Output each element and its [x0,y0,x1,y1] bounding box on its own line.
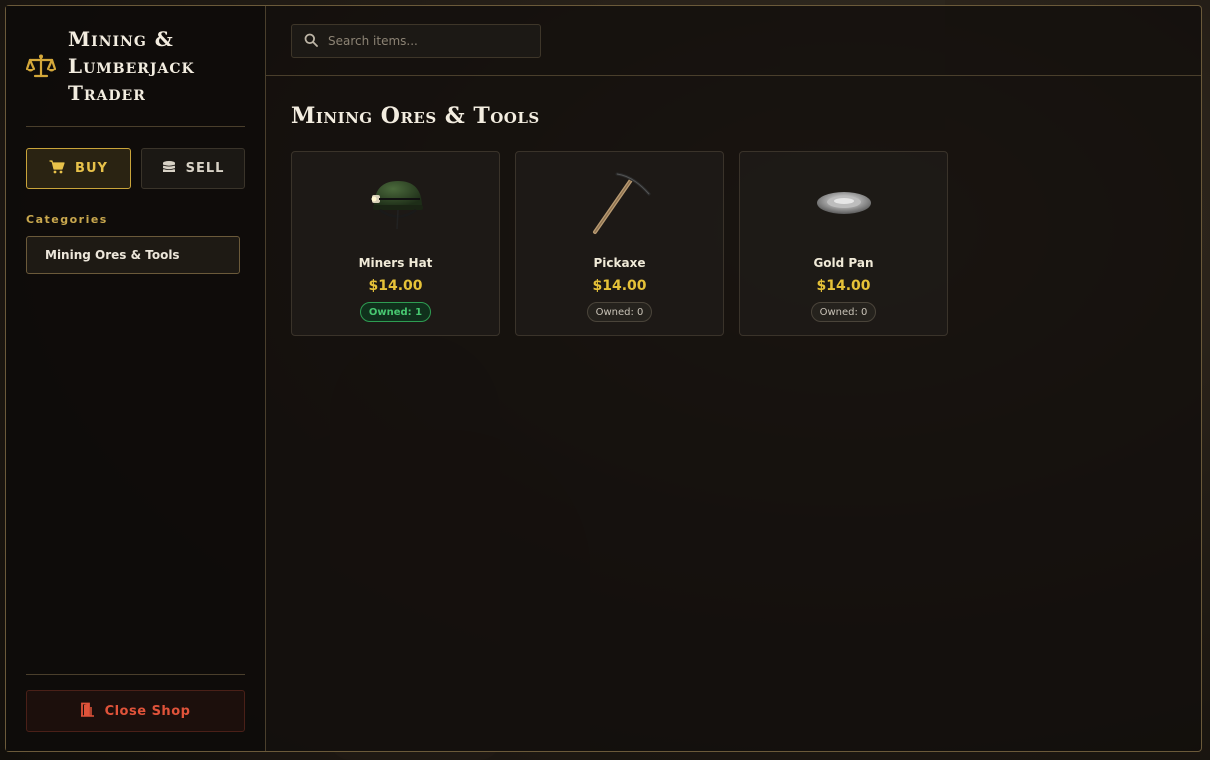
item-card-gold-pan[interactable]: Gold Pan $14.00 Owned: 0 [739,151,948,336]
owned-badge: Owned: 0 [586,302,653,322]
buy-button[interactable]: BUY [26,148,131,189]
coins-icon [162,160,176,178]
sidebar: Mining & Lumberjack Trader BUY SELL Cate… [6,6,266,751]
search-icon [304,32,318,51]
categories-heading: Categories [26,213,108,226]
section-title: Mining Ores & Tools [291,103,540,129]
owned-badge: Owned: 0 [810,302,877,322]
door-exit-icon [80,702,95,721]
main-panel: Mining Ores & Tools [266,6,1201,751]
owned-badge: Owned: 1 [359,302,432,322]
item-price: $14.00 [816,278,871,294]
search-input[interactable] [328,34,540,48]
top-bar [266,6,1201,76]
item-card-miners-hat[interactable]: Miners Hat $14.00 Owned: 1 [291,151,500,336]
close-shop-label: Close Shop [104,703,191,719]
item-name: Gold Pan [813,256,874,270]
sidebar-footer: Close Shop [26,674,245,751]
shop-panel: Mining & Lumberjack Trader BUY SELL Cate… [5,5,1202,752]
mode-toggle: BUY SELL [26,148,245,189]
item-card-pickaxe[interactable]: Pickaxe $14.00 Owned: 0 [515,151,724,336]
item-name: Pickaxe [593,256,646,270]
brand-header: Mining & Lumberjack Trader [26,6,245,127]
pickaxe-icon [587,170,653,236]
gold-pan-icon [814,170,874,236]
item-price: $14.00 [592,278,647,294]
item-name: Miners Hat [358,256,433,270]
close-shop-button[interactable]: Close Shop [26,690,245,732]
app-title: Mining & Lumberjack Trader [68,26,195,105]
item-section: Mining Ores & Tools Miners Hat $14.00 Ow… [266,76,1201,363]
sell-button[interactable]: SELL [141,148,245,189]
cart-icon [49,159,65,178]
scales-icon [26,53,56,79]
item-price: $14.00 [368,278,423,294]
item-grid: Miners Hat $14.00 Owned: 1 Pickaxe $14.0… [291,151,1176,336]
buy-label: BUY [75,161,108,176]
sell-label: SELL [185,161,225,176]
miners-hat-icon [364,170,428,236]
category-item-mining-ores-tools[interactable]: Mining Ores & Tools [26,236,240,274]
search-box [291,24,541,58]
